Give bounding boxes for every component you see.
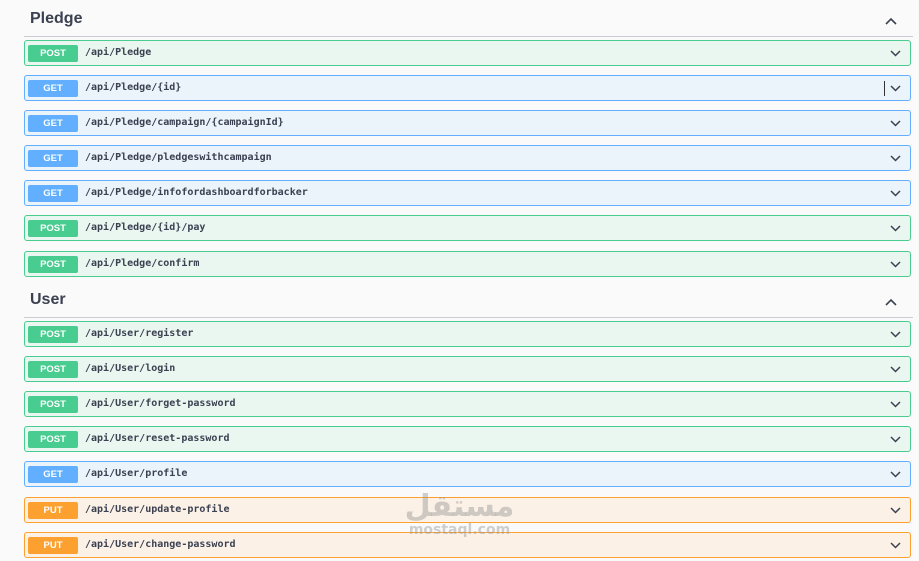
- operation-path: /api/Pledge/infofordashboardforbacker: [85, 187, 308, 198]
- operation-path: /api/Pledge/confirm: [85, 258, 200, 269]
- chevron-down-icon[interactable]: [889, 398, 902, 411]
- chevron-up-icon[interactable]: [883, 13, 899, 29]
- chevron-down-icon[interactable]: [889, 328, 902, 341]
- method-badge: GET: [28, 150, 78, 167]
- operation-post-user-forget-password[interactable]: POST /api/User/forget-password: [24, 391, 911, 417]
- operation-path: /api/User/forget-password: [85, 398, 236, 409]
- watermark-arabic: مستقل: [404, 489, 515, 524]
- operation-path: /api/User/register: [85, 328, 194, 339]
- method-badge: POST: [28, 256, 78, 273]
- method-badge: GET: [28, 115, 78, 132]
- operation-get-pledge-campaign[interactable]: GET /api/Pledge/campaign/{campaignId}: [24, 110, 911, 136]
- tag-section-pledge: Pledge POST /api/Pledge GET /api/Pledge/…: [24, 8, 913, 277]
- chevron-down-icon[interactable]: [889, 47, 902, 60]
- operation-path: /api/Pledge/campaign/{campaignId}: [85, 117, 284, 128]
- method-badge: POST: [28, 45, 78, 62]
- operation-post-pledge-confirm[interactable]: POST /api/Pledge/confirm: [24, 251, 911, 277]
- chevron-down-icon[interactable]: [889, 117, 902, 130]
- swagger-page: Pledge POST /api/Pledge GET /api/Pledge/…: [0, 0, 919, 561]
- chevron-up-icon[interactable]: [883, 294, 899, 310]
- chevron-down-icon[interactable]: [889, 363, 902, 376]
- chevron-down-icon[interactable]: [889, 433, 902, 446]
- operation-path: /api/User/change-password: [85, 539, 236, 550]
- chevron-down-icon[interactable]: [889, 152, 902, 165]
- chevron-down-icon[interactable]: [889, 82, 902, 95]
- tag-title: Pledge: [30, 10, 83, 27]
- operation-path: /api/Pledge/{id}: [85, 82, 182, 93]
- operation-path: /api/User/profile: [85, 468, 188, 479]
- chevron-down-icon[interactable]: [889, 258, 902, 271]
- chevron-down-icon[interactable]: [889, 504, 902, 517]
- tag-header-user[interactable]: User: [24, 289, 913, 318]
- operation-post-user-reset-password[interactable]: POST /api/User/reset-password: [24, 426, 911, 452]
- operation-post-user-register[interactable]: POST /api/User/register: [24, 321, 911, 347]
- operation-post-pledge-pay[interactable]: POST /api/Pledge/{id}/pay: [24, 215, 911, 241]
- operation-path: /api/Pledge/pledgeswithcampaign: [85, 152, 272, 163]
- operation-post-pledge[interactable]: POST /api/Pledge: [24, 40, 911, 66]
- method-badge: POST: [28, 431, 78, 448]
- tag-section-user: User POST /api/User/register POST /api/U…: [24, 289, 913, 558]
- mostaql-watermark: مستقل mostaql.com: [402, 489, 517, 539]
- method-badge: PUT: [28, 502, 78, 519]
- method-badge: GET: [28, 185, 78, 202]
- method-badge: GET: [28, 466, 78, 483]
- operation-path: /api/User/reset-password: [85, 433, 230, 444]
- operation-get-pledges-with-campaign[interactable]: GET /api/Pledge/pledgeswithcampaign: [24, 145, 911, 171]
- tag-title: User: [30, 291, 66, 308]
- operation-path: /api/Pledge: [85, 47, 152, 58]
- chevron-down-icon[interactable]: [889, 222, 902, 235]
- operation-get-dashboard-info[interactable]: GET /api/Pledge/infofordashboardforbacke…: [24, 180, 911, 206]
- chevron-down-icon[interactable]: [889, 468, 902, 481]
- chevron-down-icon[interactable]: [889, 539, 902, 552]
- chevron-down-icon[interactable]: [889, 187, 902, 200]
- text-cursor: [884, 81, 885, 96]
- watermark-latin: mostaql.com: [408, 522, 511, 538]
- operation-path: /api/User/login: [85, 363, 176, 374]
- operation-path: /api/User/update-profile: [85, 504, 230, 515]
- method-badge: POST: [28, 220, 78, 237]
- method-badge: POST: [28, 361, 78, 378]
- method-badge: POST: [28, 326, 78, 343]
- operation-get-pledge-id[interactable]: GET /api/Pledge/{id}: [24, 75, 911, 101]
- tag-header-pledge[interactable]: Pledge: [24, 8, 913, 37]
- method-badge: PUT: [28, 537, 78, 554]
- method-badge: GET: [28, 80, 78, 97]
- operation-path: /api/Pledge/{id}/pay: [85, 222, 206, 233]
- operation-get-user-profile[interactable]: GET /api/User/profile: [24, 461, 911, 487]
- method-badge: POST: [28, 396, 78, 413]
- operation-post-user-login[interactable]: POST /api/User/login: [24, 356, 911, 382]
